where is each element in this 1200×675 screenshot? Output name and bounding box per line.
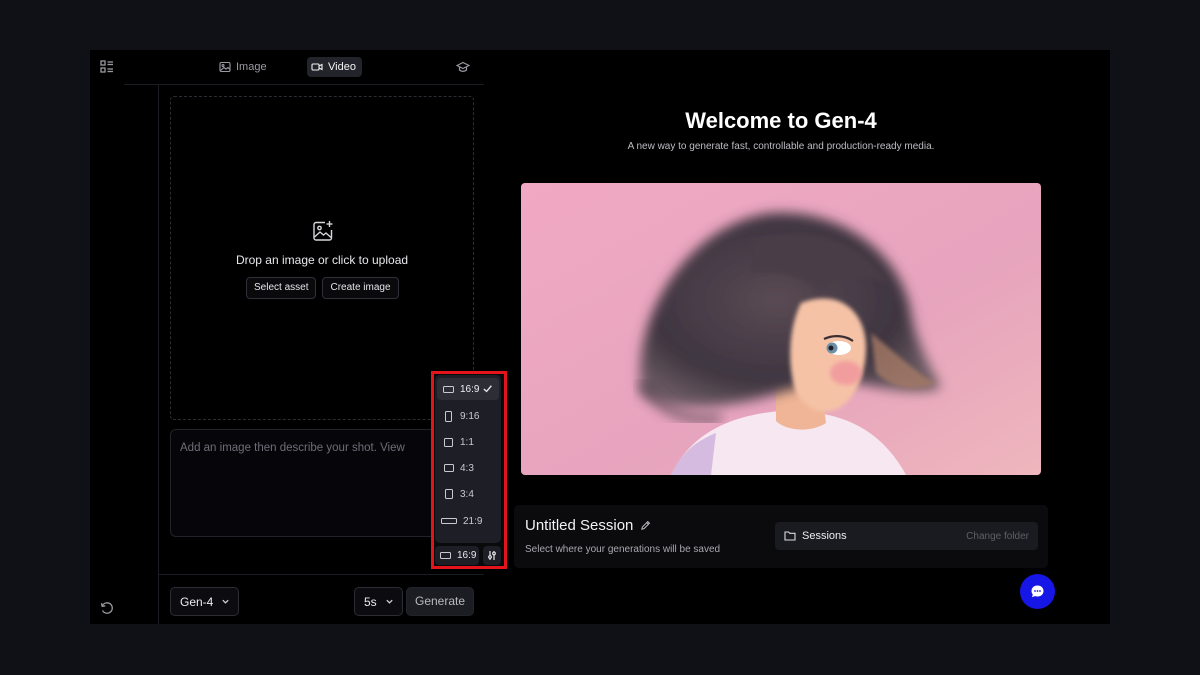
change-folder-link[interactable]: Change folder [966, 531, 1029, 542]
square-ratio-icon [444, 437, 453, 447]
welcome-subtitle: A new way to generate fast, controllable… [627, 141, 935, 152]
chevron-down-icon [222, 599, 230, 604]
side-strip [124, 84, 159, 624]
tab-image-label: Image [236, 61, 267, 73]
animated-girl-illustration [521, 183, 1041, 475]
generate-button[interactable]: Generate [406, 587, 475, 616]
wide-ratio-icon [441, 518, 457, 524]
landscape-ratio-icon [440, 552, 451, 559]
select-asset-button[interactable]: Select asset [246, 277, 317, 299]
create-image-button[interactable]: Create image [322, 277, 399, 299]
add-image-icon [311, 219, 335, 243]
aspect-option-label: 3:4 [460, 488, 474, 500]
model-select[interactable]: Gen-4 [170, 587, 240, 616]
landscape-ratio-icon [443, 385, 454, 393]
left-rail [90, 50, 124, 624]
app-window: Image Video Drop an image or click to up… [90, 50, 1110, 624]
tab-video-label: Video [328, 61, 356, 73]
welcome-title: Welcome to Gen-4 [685, 108, 877, 133]
pencil-icon[interactable] [640, 520, 651, 531]
hero-video-preview[interactable] [521, 183, 1041, 475]
chevron-down-icon [386, 599, 393, 604]
welcome-panel: Welcome to Gen-4 A new way to generate f… [490, 50, 1110, 624]
chat-bubble-icon [1031, 585, 1044, 598]
generation-panel: Image Video Drop an image or click to up… [124, 50, 507, 625]
portrait-ratio-icon [444, 489, 453, 499]
folder-label: Sessions [802, 530, 847, 542]
image-icon [219, 61, 231, 73]
model-select-label: Gen-4 [180, 594, 214, 609]
generation-controls: Gen-4 5s Generate [158, 574, 484, 625]
prompt-input[interactable]: Add an image then describe your shot. Vi… [170, 429, 474, 537]
portrait-ratio-icon [445, 410, 452, 422]
chat-support-button[interactable] [1020, 574, 1055, 609]
mode-tabs-bar: Image Video [124, 50, 484, 85]
session-subtitle: Select where your generations will be sa… [525, 544, 721, 555]
grid-list-icon[interactable] [99, 59, 115, 75]
aspect-option-label: 21:9 [463, 515, 483, 527]
aspect-option-label: 4:3 [460, 462, 474, 474]
aspect-option-label: 9:16 [460, 410, 480, 422]
session-card: Untitled Session Select where your gener… [514, 505, 1048, 568]
session-title: Untitled Session [525, 517, 634, 534]
history-icon[interactable] [99, 600, 115, 616]
graduation-cap-icon[interactable] [455, 60, 471, 74]
aspect-option-label: 16:9 [460, 383, 480, 395]
image-dropzone[interactable]: Drop an image or click to upload Select … [170, 96, 474, 420]
folder-icon [784, 531, 796, 541]
prompt-placeholder: Add an image then describe your shot. Vi… [180, 442, 405, 454]
tab-image[interactable]: Image [215, 57, 273, 77]
aspect-option-label: 1:1 [460, 436, 474, 448]
session-title-row[interactable]: Untitled Session [525, 517, 651, 534]
video-camera-icon [311, 63, 323, 71]
duration-select[interactable]: 5s [354, 587, 403, 616]
aspect-ratio-button[interactable]: 16:9 [435, 546, 479, 565]
tab-video[interactable]: Video [307, 57, 362, 77]
upload-instructions: Drop an image or click to upload [235, 253, 409, 267]
folder-selector[interactable]: Sessions Change folder [775, 522, 1038, 550]
duration-select-label: 5s [364, 594, 377, 609]
aspect-ratio-current-label: 16:9 [457, 550, 477, 561]
landscape-ratio-icon [443, 464, 454, 472]
